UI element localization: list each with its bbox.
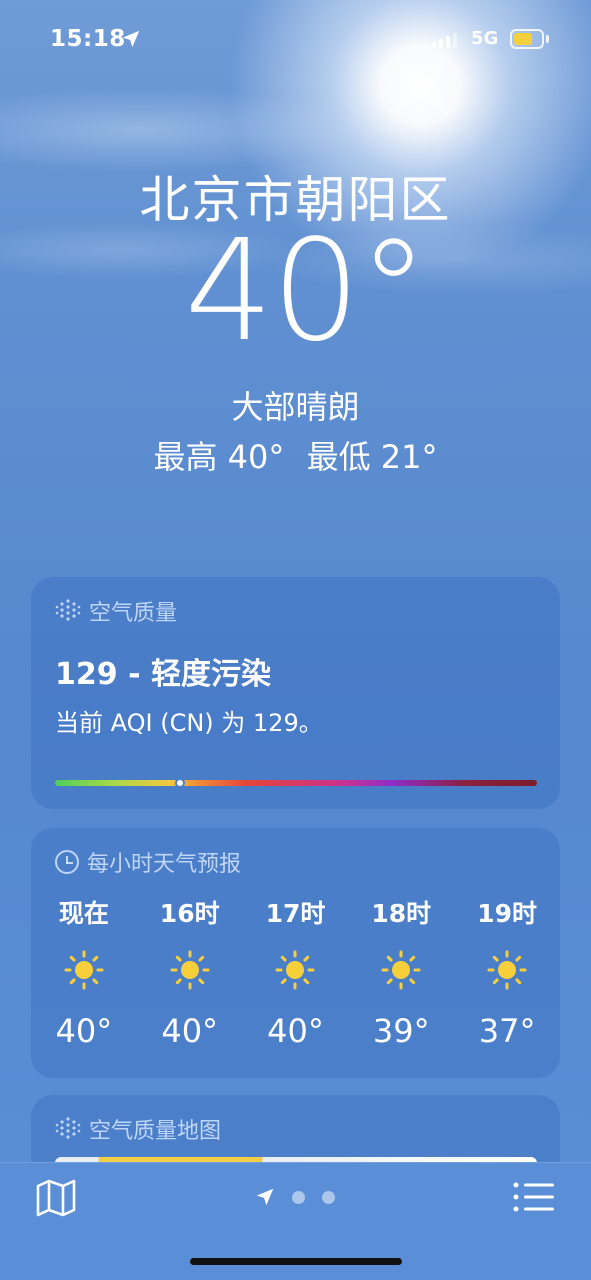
hour-temperature: 40° [161, 1012, 219, 1050]
air-quality-title: 空气质量 [89, 601, 178, 626]
hour-label: 17时 [265, 899, 326, 928]
hourly-item: 现在 40° [31, 890, 137, 1060]
air-quality-icon [55, 1117, 81, 1139]
sun-icon [170, 950, 210, 990]
location-arrow-icon [122, 30, 140, 48]
weather-condition: 大部晴朗 [231, 388, 360, 426]
air-quality-map-title: 空气质量地图 [89, 1119, 222, 1144]
air-quality-map-header: 空气质量地图 [55, 1113, 221, 1145]
home-indicator[interactable] [190, 1258, 402, 1265]
hour-label: 16时 [159, 899, 220, 928]
aqi-scale-bar [55, 780, 537, 786]
air-quality-header: 空气质量 [55, 595, 177, 627]
hour-label: 18时 [371, 899, 432, 928]
air-quality-icon [55, 599, 81, 621]
hourly-item: 18时 39° [348, 890, 454, 1060]
current-location-page-icon[interactable] [254, 1186, 276, 1208]
hourly-item: 16时 40° [137, 890, 243, 1060]
hour-temperature: 37° [478, 1012, 536, 1050]
clock-icon [55, 850, 79, 874]
battery-cap [546, 35, 549, 43]
hour-temperature: 40° [267, 1012, 324, 1050]
map-icon[interactable] [35, 1178, 77, 1218]
aqi-description: 当前 AQI (CN) 为 129。 [55, 709, 323, 737]
air-quality-card[interactable]: 空气质量 129 - 轻度污染 当前 AQI (CN) 为 129。 [31, 577, 560, 809]
page-indicator-dot[interactable] [292, 1191, 305, 1204]
status-time: 15:18 [50, 26, 126, 52]
hourly-forecast-list: 现在 40° 16时 40° 17时 40° 18时 39° 19时 37° [31, 890, 560, 1060]
aqi-scale-marker [175, 778, 186, 788]
sun-icon [381, 950, 421, 990]
hourly-forecast-header: 每小时天气预报 [55, 846, 241, 878]
hour-label: 19时 [477, 899, 537, 928]
hour-label: 现在 [58, 899, 109, 928]
hour-temperature: 39° [372, 1012, 430, 1050]
status-bar: 15:18 5G [0, 0, 591, 80]
high-low-temperature: 最高 40° 最低 21° [0, 432, 591, 478]
current-temperature: 40° [184, 210, 428, 373]
network-type: 5G [471, 28, 499, 49]
low-temperature: 最低 21° [306, 438, 438, 476]
page-indicator-dot[interactable] [322, 1191, 335, 1204]
cellular-signal-icon [432, 32, 458, 48]
hourly-forecast-card[interactable]: 每小时天气预报 现在 40° 16时 40° 17时 40° 18时 39° 1… [31, 828, 560, 1078]
sun-icon [487, 950, 527, 990]
aqi-value: 129 - 轻度污染 [55, 657, 271, 692]
sun-icon [64, 950, 104, 990]
battery-icon [510, 29, 544, 49]
high-temperature: 最高 40° [153, 438, 285, 476]
hourly-forecast-title: 每小时天气预报 [87, 852, 242, 877]
list-icon[interactable] [512, 1180, 556, 1214]
sun-icon [275, 950, 315, 990]
hourly-item: 17时 40° [243, 890, 349, 1060]
hourly-item: 19时 37° [454, 890, 560, 1060]
battery-level [514, 33, 532, 45]
hour-temperature: 40° [55, 1012, 113, 1050]
